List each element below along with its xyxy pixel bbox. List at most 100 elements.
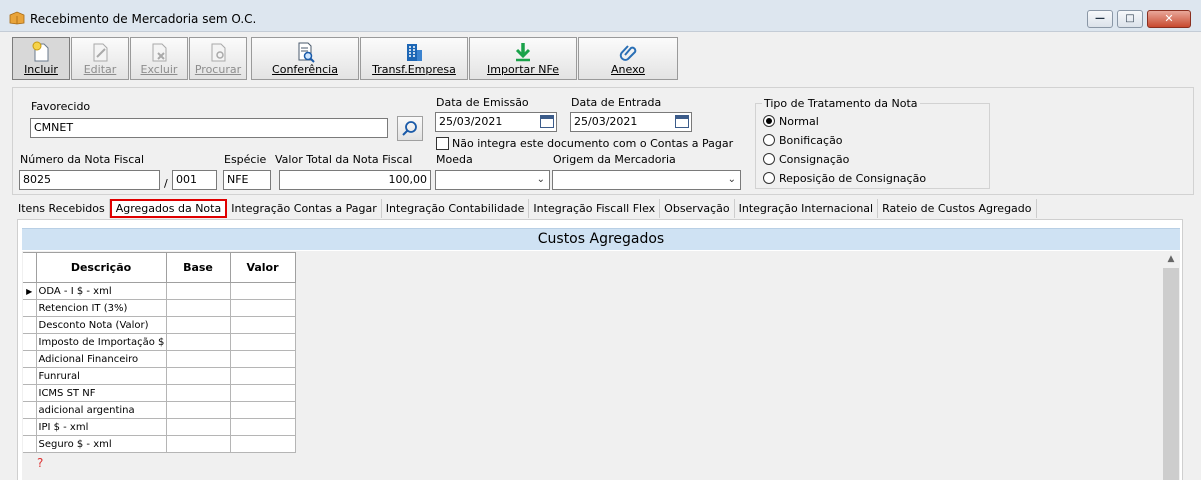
- data-emissao-input[interactable]: 25/03/2021: [435, 112, 557, 132]
- descricao-cell[interactable]: ODA - I $ - xml: [35, 282, 167, 300]
- descricao-cell[interactable]: adicional argentina: [35, 401, 167, 419]
- base-cell[interactable]: [165, 282, 231, 300]
- valor-cell[interactable]: [229, 401, 296, 419]
- tab-observacao[interactable]: Observação: [660, 199, 735, 218]
- radio-bonificacao-label: Bonificação: [779, 134, 843, 147]
- tab-integracao-contabilidade[interactable]: Integração Contabilidade: [382, 199, 530, 218]
- favorecido-search-button[interactable]: [397, 116, 423, 141]
- descricao-cell[interactable]: Desconto Nota (Valor): [35, 316, 167, 334]
- custos-grid: Descrição Base Valor ▶ ODA - I $ - xml R…: [23, 252, 296, 453]
- valor-total-input[interactable]: 100,00: [279, 170, 431, 190]
- radio-normal[interactable]: [763, 115, 775, 127]
- descricao-cell[interactable]: Seguro $ - xml: [35, 435, 167, 453]
- calendar-icon[interactable]: [540, 115, 554, 128]
- tab-integracao-internacional[interactable]: Integração Internacional: [735, 199, 879, 218]
- base-cell[interactable]: [165, 333, 231, 351]
- incluir-button[interactable]: Incluir: [12, 37, 70, 80]
- transf-empresa-label: Transf.Empresa: [372, 63, 456, 76]
- valor-cell[interactable]: [229, 367, 296, 385]
- base-cell[interactable]: [165, 367, 231, 385]
- base-cell[interactable]: [165, 435, 231, 453]
- base-cell[interactable]: [165, 316, 231, 334]
- procurar-button[interactable]: Procurar: [189, 37, 247, 80]
- table-row[interactable]: Seguro $ - xml: [23, 435, 296, 453]
- base-cell[interactable]: [165, 299, 231, 317]
- valor-cell[interactable]: [229, 333, 296, 351]
- descricao-cell[interactable]: IPI $ - xml: [35, 418, 167, 436]
- base-cell[interactable]: [165, 401, 231, 419]
- tratamento-title: Tipo de Tratamento da Nota: [762, 97, 920, 110]
- scroll-thumb[interactable]: [1163, 268, 1179, 480]
- conferencia-button[interactable]: Conferência: [251, 37, 359, 80]
- tab-agregados-da-nota[interactable]: Agregados da Nota: [109, 199, 228, 218]
- table-row[interactable]: Retencion IT (3%): [23, 299, 296, 317]
- importar-nfe-label: Importar NFe: [487, 63, 559, 76]
- table-row[interactable]: Adicional Financeiro: [23, 350, 296, 368]
- building-icon: [407, 44, 422, 61]
- table-row[interactable]: ICMS ST NF: [23, 384, 296, 402]
- descricao-cell[interactable]: Funrural: [35, 367, 167, 385]
- serie-input[interactable]: 001: [172, 170, 217, 190]
- data-entrada-input[interactable]: 25/03/2021: [570, 112, 692, 132]
- valor-cell[interactable]: [229, 384, 296, 402]
- editar-button[interactable]: Editar: [71, 37, 129, 80]
- numero-nf-input[interactable]: 8025: [19, 170, 160, 190]
- descricao-cell[interactable]: Retencion IT (3%): [35, 299, 167, 317]
- minimize-button[interactable]: —: [1087, 10, 1113, 28]
- base-cell[interactable]: [165, 384, 231, 402]
- tab-itens-recebidos[interactable]: Itens Recebidos: [14, 199, 110, 218]
- data-entrada-value: 25/03/2021: [574, 115, 638, 128]
- descricao-cell[interactable]: Imposto de Importação $ - xml: [35, 333, 167, 351]
- app-box-icon: [9, 11, 25, 25]
- close-button[interactable]: ✕: [1147, 10, 1191, 28]
- row-indicator: [23, 333, 37, 351]
- row-indicator: [23, 299, 37, 317]
- transf-empresa-button[interactable]: Transf.Empresa: [360, 37, 468, 80]
- valor-cell[interactable]: [229, 418, 296, 436]
- radio-consignacao[interactable]: [763, 153, 775, 165]
- editar-label: Editar: [83, 63, 117, 76]
- valor-cell[interactable]: [229, 435, 296, 453]
- valor-cell[interactable]: [229, 282, 296, 300]
- calendar-icon[interactable]: [675, 115, 689, 128]
- origem-select[interactable]: ⌄: [552, 170, 741, 190]
- tab-integracao-contas-a-pagar[interactable]: Integração Contas a Pagar: [227, 199, 382, 218]
- table-row[interactable]: Desconto Nota (Valor): [23, 316, 296, 334]
- descricao-cell[interactable]: Adicional Financeiro: [35, 350, 167, 368]
- favorecido-input[interactable]: CMNET: [30, 118, 388, 138]
- tab-integracao-fiscall-flex[interactable]: Integração Fiscall Flex: [529, 199, 661, 218]
- descricao-cell[interactable]: ICMS ST NF: [35, 384, 167, 402]
- table-row[interactable]: adicional argentina: [23, 401, 296, 419]
- table-row[interactable]: Funrural: [23, 367, 296, 385]
- moeda-label: Moeda: [436, 153, 473, 166]
- base-cell[interactable]: [165, 418, 231, 436]
- valor-cell[interactable]: [229, 299, 296, 317]
- delete-document-icon: [152, 43, 167, 62]
- search-document-icon: [211, 43, 226, 62]
- nao-integra-checkbox[interactable]: [436, 137, 449, 150]
- valor-cell[interactable]: [229, 350, 296, 368]
- table-row[interactable]: IPI $ - xml: [23, 418, 296, 436]
- anexo-button[interactable]: Anexo: [578, 37, 678, 80]
- column-base[interactable]: Base: [165, 252, 231, 283]
- especie-input[interactable]: NFE: [223, 170, 271, 190]
- moeda-select[interactable]: ⌄: [435, 170, 550, 190]
- excluir-button[interactable]: Excluir: [130, 37, 188, 80]
- radio-bonificacao[interactable]: [763, 134, 775, 146]
- table-row[interactable]: Imposto de Importação $ - xml: [23, 333, 296, 351]
- table-row[interactable]: ▶ ODA - I $ - xml: [23, 282, 296, 300]
- importar-nfe-button[interactable]: Importar NFe: [469, 37, 577, 80]
- column-valor[interactable]: Valor: [229, 252, 296, 283]
- scroll-up-icon[interactable]: ▲: [1162, 251, 1180, 268]
- maximize-button[interactable]: □: [1117, 10, 1143, 28]
- serie-separator: /: [164, 177, 168, 190]
- valor-cell[interactable]: [229, 316, 296, 334]
- radio-consignacao-label: Consignação: [779, 153, 850, 166]
- row-indicator: [23, 418, 37, 436]
- column-descricao[interactable]: Descrição: [35, 252, 167, 283]
- tab-rateio-de-custos-agregado[interactable]: Rateio de Custos Agregado: [878, 199, 1037, 218]
- vertical-scrollbar[interactable]: ▲: [1162, 251, 1180, 480]
- base-cell[interactable]: [165, 350, 231, 368]
- document-magnifier-icon: [298, 42, 315, 63]
- radio-reposicao[interactable]: [763, 172, 775, 184]
